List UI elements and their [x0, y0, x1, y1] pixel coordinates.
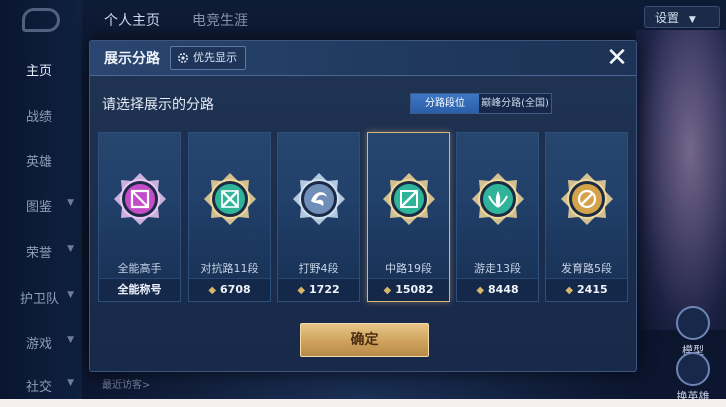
tab-esports-career[interactable]: 电竞生涯 [192, 10, 248, 30]
lane-card-stat: ◆ 8448 [457, 278, 538, 301]
chevron-down-icon: ▼ [67, 378, 74, 388]
rank-points-icon: ◆ [476, 285, 485, 296]
chevron-down-icon: ▼ [67, 290, 74, 300]
sidebar-item-record[interactable]: 战绩 [0, 106, 82, 125]
dialog-prompt: 请选择展示的分路 [102, 97, 214, 113]
lane-card-label: 全能高手 [117, 262, 162, 275]
sidebar-item-label: 战绩 [26, 110, 53, 125]
priority-display-label: 优先显示 [193, 51, 237, 64]
priority-display-button[interactable]: 优先显示 [170, 46, 246, 70]
sidebar-item-games[interactable]: 游戏 ▼ [0, 333, 82, 352]
tab-profile[interactable]: 个人主页 [104, 10, 160, 30]
bottom-strip [0, 399, 726, 407]
sidebar-item-heroes[interactable]: 英雄 [0, 151, 82, 170]
tab-lane-rank[interactable]: 分路段位 [411, 94, 479, 113]
model-button[interactable]: 模型 [668, 306, 718, 358]
chevron-down-icon: ▼ [688, 15, 696, 25]
back-logo-icon[interactable] [22, 8, 60, 32]
sidebar-item-label: 社交 [26, 380, 53, 395]
all-round-badge-icon [113, 171, 166, 231]
sidebar: 主页 战绩 英雄 图鉴 ▼ 荣誉 ▼ 护卫队 ▼ 游戏 ▼ 社交 ▼ [0, 0, 82, 407]
change-hero-button[interactable]: 换英雄 [668, 352, 718, 404]
lane-card-stat-value: 1722 [309, 283, 340, 296]
lane-card[interactable]: 打野4段 ◆ 1722 [277, 132, 360, 302]
lane-card-label: 对抗路11段 [200, 262, 259, 275]
chevron-down-icon: ▼ [67, 335, 74, 345]
rank-points-icon: ◆ [383, 285, 392, 296]
dialog-header: 展示分路 优先显示 ✕ [90, 41, 636, 76]
lane-card[interactable]: 中路19段 ◆ 15082 [367, 132, 450, 302]
lane-display-dialog: 展示分路 优先显示 ✕ 请选择展示的分路 分路段位 巅峰分路(全国) 全能高手全… [89, 40, 637, 372]
farm-lane-badge-icon [560, 171, 613, 231]
lane-card-stat-value: 15082 [395, 283, 434, 296]
lane-card-stat: ◆ 15082 [368, 278, 449, 301]
lane-card-stat-value: 全能称号 [117, 283, 162, 296]
lane-card[interactable]: 全能高手 全能称号 [98, 132, 181, 302]
clash-lane-badge-icon [203, 171, 256, 231]
roam-badge-icon [471, 171, 524, 231]
sidebar-item-label: 荣誉 [26, 246, 53, 261]
chevron-down-icon: ▼ [67, 244, 74, 254]
lane-card-stat-value: 8448 [488, 283, 519, 296]
lane-card-stat: ◆ 6708 [189, 278, 270, 301]
lane-card-stat-value: 6708 [220, 283, 251, 296]
lane-card-stat: ◆ 1722 [278, 278, 359, 301]
change-hero-icon [676, 352, 710, 386]
sidebar-item-label: 护卫队 [20, 292, 60, 307]
gear-icon [178, 53, 188, 63]
dialog-title: 展示分路 [104, 51, 160, 67]
recent-visitors-link[interactable]: 最近访客> [102, 376, 150, 391]
lane-card-label: 中路19段 [385, 262, 432, 275]
sidebar-item-label: 图鉴 [26, 200, 53, 215]
sidebar-item-home[interactable]: 主页 [0, 60, 82, 79]
settings-label: 设置 [655, 11, 680, 25]
lane-card-label: 发育路5段 [561, 262, 612, 275]
chevron-down-icon: ▼ [67, 198, 74, 208]
sidebar-item-guard-team[interactable]: 护卫队 ▼ [0, 288, 82, 307]
lane-card-label: 打野4段 [298, 262, 339, 275]
rank-points-icon: ◆ [297, 285, 306, 296]
lane-card-stat-value: 2415 [577, 283, 608, 296]
mid-lane-badge-icon [382, 171, 435, 231]
lane-card[interactable]: 对抗路11段 ◆ 6708 [188, 132, 271, 302]
lane-card-stat: 全能称号 [99, 278, 180, 301]
lane-card-stat: ◆ 2415 [546, 278, 627, 301]
sidebar-item-label: 主页 [26, 64, 53, 79]
tab-peak-lane[interactable]: 巅峰分路(全国) [479, 94, 551, 113]
settings-button[interactable]: 设置 ▼ [644, 6, 720, 28]
sidebar-item-codex[interactable]: 图鉴 ▼ [0, 196, 82, 215]
model-icon [676, 306, 710, 340]
rank-points-icon: ◆ [208, 285, 217, 296]
hero-background-art [636, 30, 726, 330]
sidebar-item-honor[interactable]: 荣誉 ▼ [0, 242, 82, 261]
lane-card[interactable]: 游走13段 ◆ 8448 [456, 132, 539, 302]
jungle-badge-icon [292, 171, 345, 231]
sidebar-item-social[interactable]: 社交 ▼ [0, 376, 82, 395]
close-icon[interactable]: ✕ [602, 43, 632, 73]
lane-card-label: 游走13段 [474, 262, 521, 275]
rank-points-icon: ◆ [565, 285, 574, 296]
sidebar-item-label: 英雄 [26, 155, 53, 170]
confirm-button[interactable]: 确定 [300, 323, 429, 357]
sidebar-item-label: 游戏 [26, 337, 53, 352]
lane-segment-toggle: 分路段位 巅峰分路(全国) [410, 93, 552, 114]
lane-card[interactable]: 发育路5段 ◆ 2415 [545, 132, 628, 302]
